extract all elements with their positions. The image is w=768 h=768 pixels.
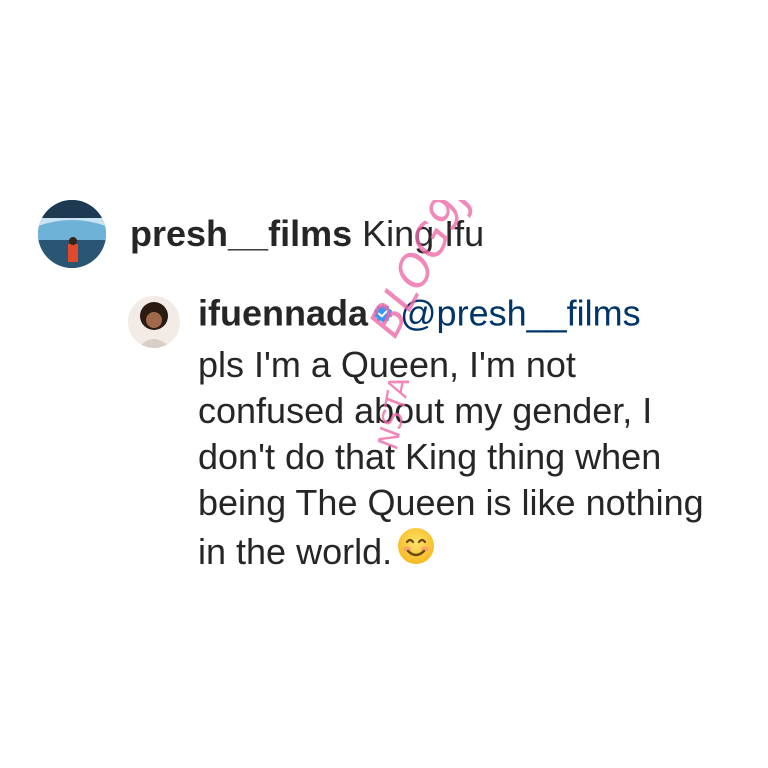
reply-mention-link[interactable]: @presh__films [400,293,641,334]
smiling-face-icon [396,526,436,577]
comment-username[interactable]: presh__films [130,213,352,254]
reply-avatar-image [128,296,180,348]
comment-row: presh__films King Ifu [38,200,484,268]
avatar-image [38,200,106,268]
comment-body: King Ifu [362,213,485,254]
verified-badge-icon [372,290,394,336]
reply-body: pls I'm a Queen, I'm not confused about … [198,344,704,573]
reply-avatar[interactable] [128,296,180,348]
avatar[interactable] [38,200,106,268]
reply-text: ifuennada @presh__films pls I'm a Queen,… [198,290,728,583]
reply-row: ifuennada @presh__films pls I'm a Queen,… [128,290,728,583]
reply-header: ifuennada @presh__films [198,290,728,342]
comment-text: presh__films King Ifu [130,212,484,256]
reply-username[interactable]: ifuennada [198,293,368,334]
